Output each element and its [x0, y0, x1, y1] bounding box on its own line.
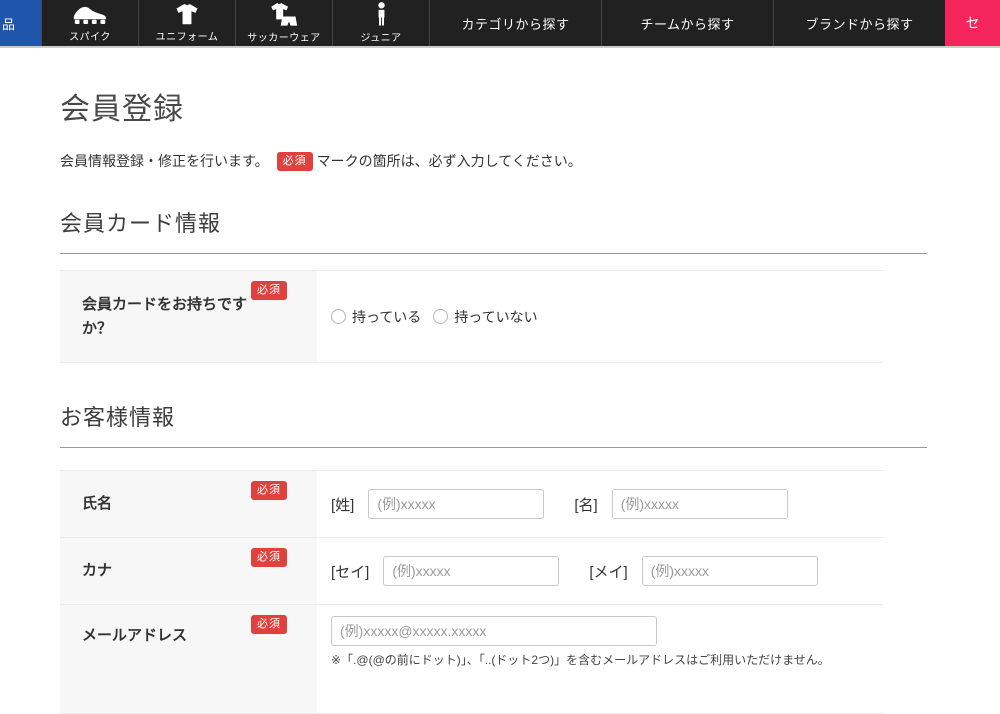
first-name-input[interactable]	[612, 489, 788, 519]
member-card-question-label: 会員カードをお持ちですか？	[82, 293, 258, 341]
kana-fields: [セイ] [メイ]	[317, 538, 883, 604]
kana-label-cell: カナ 必須	[60, 538, 317, 604]
radio-button-have-card[interactable]	[331, 309, 346, 324]
nav-item-search-by-category-label: カテゴリから探す	[461, 14, 569, 33]
intro-text-before: 会員情報登録・修正を行います。	[60, 151, 269, 171]
required-badge: 必須	[251, 481, 287, 500]
last-name-kana-field-group: [セイ]	[331, 556, 559, 586]
member-card-radio-group: 持っている 持っていない	[331, 307, 550, 327]
junior-person-icon	[376, 2, 387, 26]
form-row-member-card: 会員カードをお持ちですか？ 必須 持っている 持っていない	[60, 270, 883, 363]
last-name-field-label: [姓]	[331, 494, 354, 515]
customer-info-form: 氏名 必須 [姓] [名] カナ 必須 [セイ]	[60, 470, 883, 714]
uniform-shirt-icon	[174, 4, 200, 25]
intro-text: 会員情報登録・修正を行います。 必須 マークの箇所は、必ず入力してください。	[60, 151, 927, 171]
page-title: 会員登録	[60, 93, 927, 127]
member-card-form: 会員カードをお持ちですか？ 必須 持っている 持っていない	[60, 270, 883, 363]
nav-item-soccer-wear[interactable]: サッカーウェア	[235, 0, 332, 46]
required-badge: 必須	[251, 615, 287, 634]
radio-label-have-card: 持っている	[352, 307, 421, 327]
nav-item-soccer-wear-label: サッカーウェア	[247, 29, 321, 44]
nav-item-uniform-label: ユニフォーム	[156, 28, 219, 43]
cleat-icon	[71, 4, 109, 25]
nav-item-junior-label: ジュニア	[360, 29, 401, 44]
last-name-kana-field-label: [セイ]	[331, 561, 369, 582]
email-label-cell: メールアドレス 必須	[60, 605, 317, 713]
section-title-member-card: 会員カード情報	[60, 211, 927, 254]
first-name-field-label: [名]	[574, 494, 597, 515]
nav-item-spikes[interactable]: スパイク	[41, 0, 138, 46]
nav-tab-left-partial[interactable]: 品	[0, 0, 41, 46]
form-row-kana: カナ 必須 [セイ] [メイ]	[60, 537, 883, 604]
email-note: ※「.@(@の前にドット)」、「..(ドット2つ)」を含むメールアドレスはご利用…	[331, 651, 830, 668]
required-badge: 必須	[251, 281, 287, 300]
member-card-question-label-cell: 会員カードをお持ちですか？ 必須	[60, 271, 317, 362]
last-name-field-group: [姓]	[331, 489, 544, 519]
form-row-email: メールアドレス 必須 ※「.@(@の前にドット)」、「..(ドット2つ)」を含む…	[60, 604, 883, 714]
top-navigation: 品 スパイク ユニフォーム サッカーウェア	[0, 0, 1000, 48]
first-name-kana-field-label: [メイ]	[589, 561, 627, 582]
nav-tab-sale-partial[interactable]: セ	[945, 0, 1000, 46]
nav-item-search-by-category[interactable]: カテゴリから探す	[429, 0, 601, 46]
required-badge: 必須	[251, 548, 287, 567]
form-row-name: 氏名 必須 [姓] [名]	[60, 470, 883, 537]
nav-item-spikes-label: スパイク	[69, 28, 111, 43]
nav-item-junior[interactable]: ジュニア	[332, 0, 429, 46]
last-name-input[interactable]	[368, 489, 544, 519]
radio-option-have-card[interactable]: 持っている	[331, 307, 421, 327]
last-name-kana-input[interactable]	[383, 556, 559, 586]
member-card-question-options: 持っている 持っていない	[317, 271, 883, 362]
name-label: 氏名	[82, 492, 112, 516]
intro-text-after: マークの箇所は、必ず入力してください。	[317, 151, 582, 171]
nav-item-search-by-team-label: チームから探す	[640, 14, 734, 33]
soccer-wear-icon	[269, 3, 299, 26]
nav-tab-sale-label: セ	[966, 13, 980, 33]
email-field-area: ※「.@(@の前にドット)」、「..(ドット2つ)」を含むメールアドレスはご利用…	[317, 605, 883, 713]
radio-button-no-card[interactable]	[433, 309, 448, 324]
radio-option-no-card[interactable]: 持っていない	[433, 307, 537, 327]
email-input[interactable]	[331, 616, 657, 646]
kana-label: カナ	[82, 559, 112, 583]
nav-item-search-by-brand[interactable]: ブランドから探す	[773, 0, 945, 46]
first-name-kana-field-group: [メイ]	[589, 556, 817, 586]
nav-item-uniform[interactable]: ユニフォーム	[138, 0, 235, 46]
nav-item-search-by-team[interactable]: チームから探す	[601, 0, 773, 46]
name-fields: [姓] [名]	[317, 471, 883, 537]
name-label-cell: 氏名 必須	[60, 471, 317, 537]
section-title-customer-info: お客様情報	[60, 405, 927, 448]
first-name-field-group: [名]	[574, 489, 787, 519]
nav-item-search-by-brand-label: ブランドから探す	[805, 14, 913, 33]
email-label: メールアドレス	[82, 624, 187, 648]
nav-tab-left-label: 品	[2, 14, 15, 33]
main-content: 会員登録 会員情報登録・修正を行います。 必須 マークの箇所は、必ず入力してくだ…	[0, 93, 1000, 714]
first-name-kana-input[interactable]	[642, 556, 818, 586]
radio-label-no-card: 持っていない	[454, 307, 537, 327]
required-badge: 必須	[277, 152, 313, 171]
